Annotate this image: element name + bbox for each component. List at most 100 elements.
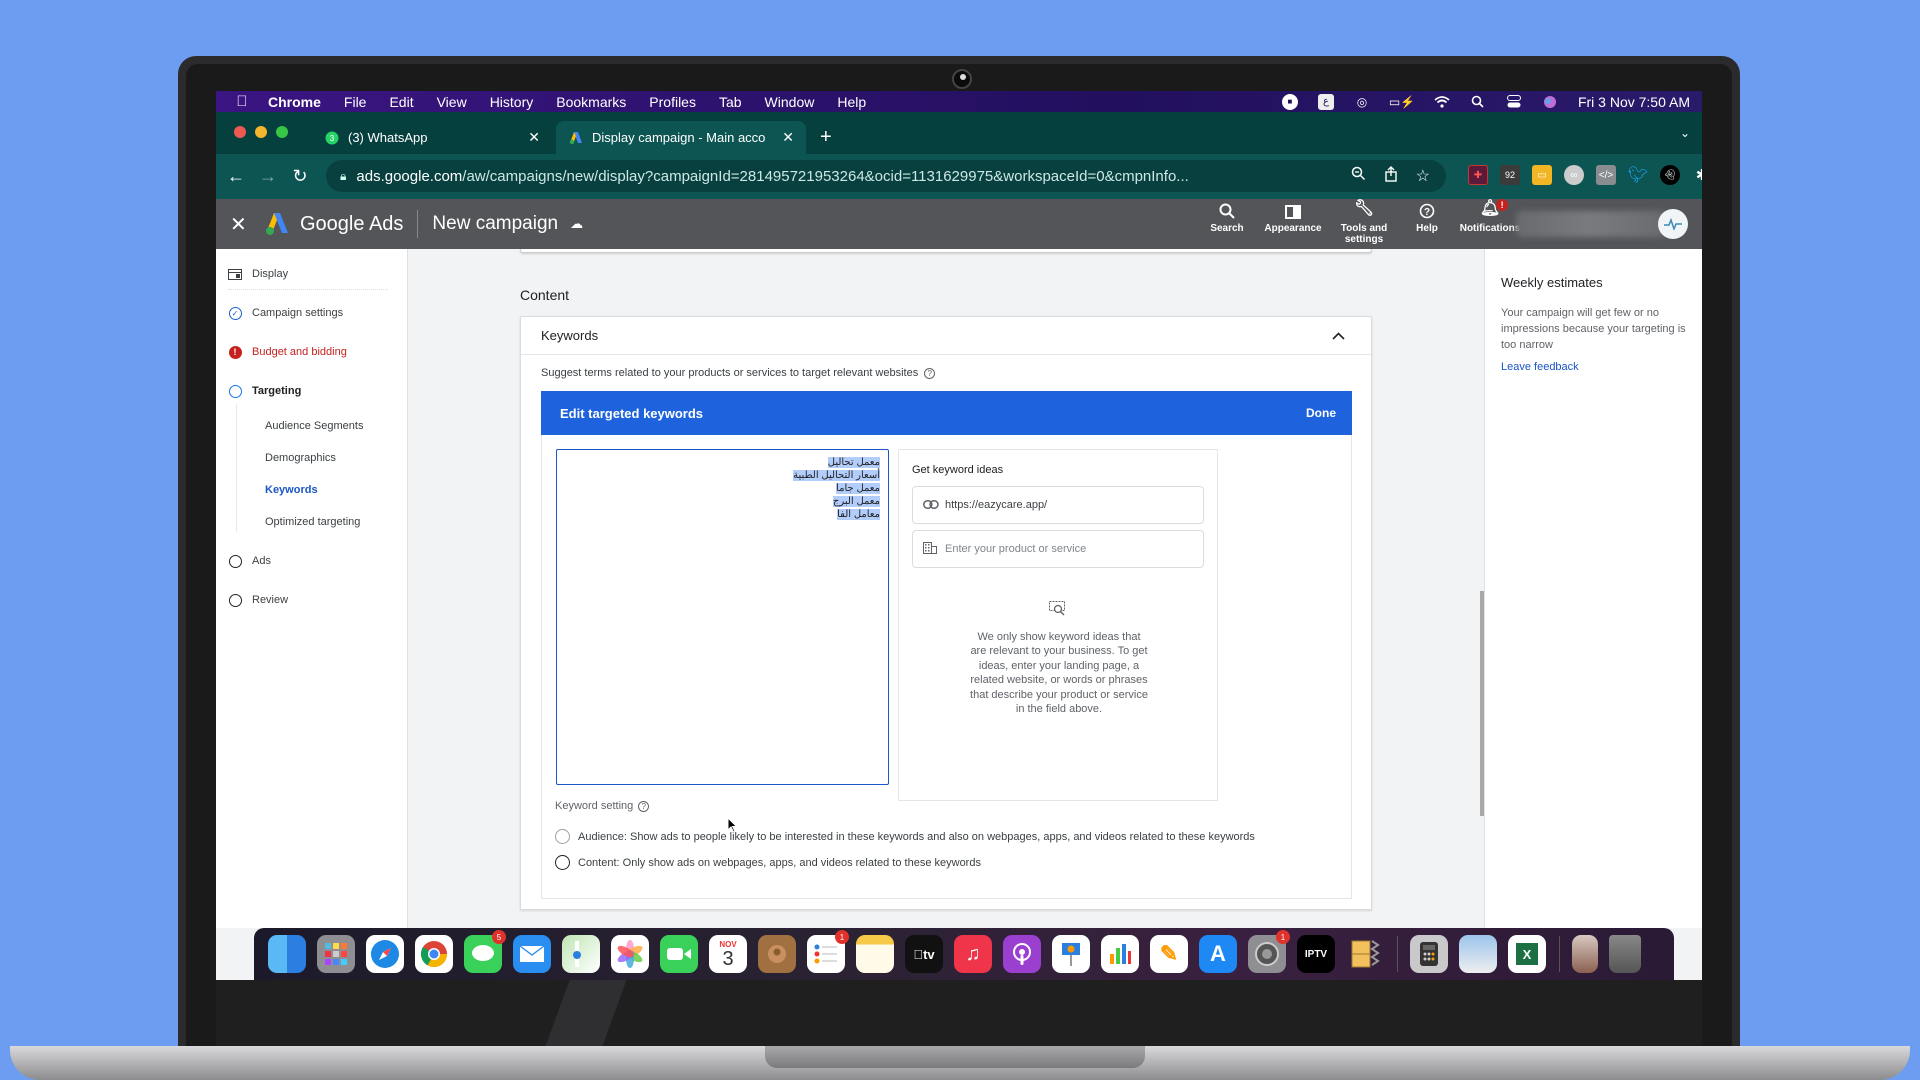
dock-contacts[interactable] — [758, 935, 796, 973]
dock-keynote[interactable] — [1052, 935, 1090, 973]
snapchat-extension-icon[interactable]: 👻︎ — [1660, 165, 1680, 185]
apple-icon[interactable]:  — [234, 93, 250, 110]
control-center-icon[interactable] — [1506, 94, 1522, 110]
address-bar[interactable]: 🔒︎ ads.google.com/aw/campaigns/new/displ… — [326, 160, 1446, 192]
menu-chrome[interactable]: Chrome — [268, 94, 321, 110]
keywords-textarea[interactable]: معمل تحاليل أسعار التحاليل الطبية معمل ج… — [556, 449, 889, 785]
menu-history[interactable]: History — [490, 94, 534, 110]
dock-launchpad[interactable] — [317, 935, 355, 973]
radio-content[interactable]: Content: Only show ads on webpages, apps… — [555, 855, 981, 870]
dock-iptv[interactable]: IPTV — [1297, 935, 1335, 973]
product-service-input[interactable]: Enter your product or service — [912, 530, 1204, 568]
chevron-up-icon[interactable] — [1332, 329, 1345, 343]
dock-music[interactable]: ♫ — [954, 935, 992, 973]
extension-link-icon[interactable]: ∞ — [1564, 165, 1584, 185]
arabic-input-icon[interactable]: ع — [1317, 93, 1334, 110]
nav-item-targeting[interactable]: Targeting — [228, 384, 301, 398]
dock-messages[interactable]: 5 — [464, 930, 506, 973]
zoom-window-button[interactable] — [276, 126, 288, 138]
dock-safari[interactable] — [366, 935, 404, 973]
radio-button[interactable] — [555, 829, 570, 844]
menu-help[interactable]: Help — [837, 94, 866, 110]
share-icon[interactable] — [1384, 165, 1398, 187]
extension-code-icon[interactable]: </> — [1596, 165, 1616, 185]
dock-photos[interactable] — [611, 935, 649, 973]
radio-button[interactable] — [555, 855, 570, 870]
help-icon[interactable]: ? — [638, 800, 650, 812]
forward-button[interactable]: → — [256, 165, 280, 189]
battery-icon[interactable]: ▭⚡ — [1389, 94, 1415, 110]
subnav-optimized-targeting[interactable]: Optimized targeting — [265, 516, 360, 528]
dock-archive-utility[interactable] — [1346, 935, 1384, 973]
account-info-blurred[interactable] — [1516, 211, 1666, 237]
leave-feedback-link[interactable]: Leave feedback — [1501, 361, 1579, 373]
tab-search-chevron-icon[interactable]: ⌄ — [1680, 126, 1690, 140]
extension-tag-icon[interactable]: ▭ — [1532, 165, 1552, 185]
dock-calculator[interactable] — [1410, 935, 1448, 973]
airdrop-icon[interactable]: ◎ — [1354, 94, 1370, 110]
extension-red-icon[interactable]: ✚ — [1468, 165, 1488, 185]
close-tab-icon[interactable]: ✕ — [782, 129, 794, 146]
help-icon[interactable]: ? — [924, 367, 936, 379]
dock-numbers[interactable] — [1101, 935, 1139, 973]
menu-tab[interactable]: Tab — [719, 94, 742, 110]
menu-clock[interactable]: Fri 3 Nov 7:50 AM — [1578, 94, 1690, 110]
header-tools-button[interactable]: 🔧︎ Tools and settings — [1326, 201, 1402, 246]
menu-edit[interactable]: Edit — [389, 94, 413, 110]
menu-window[interactable]: Window — [765, 94, 815, 110]
close-campaign-icon[interactable]: ✕ — [230, 212, 250, 237]
dock-mail[interactable] — [513, 935, 551, 973]
dock-calendar[interactable]: NOV 3 — [709, 935, 747, 973]
menu-view[interactable]: View — [437, 94, 467, 110]
dock-app-store[interactable]: A — [1199, 935, 1237, 973]
nav-item-review[interactable]: Review — [228, 593, 288, 607]
menu-file[interactable]: File — [344, 94, 367, 110]
url-text[interactable]: ads.google.com/aw/campaigns/new/display?… — [356, 168, 1350, 185]
nav-item-display[interactable]: Display — [228, 267, 288, 281]
dock-pages[interactable]: ✎ — [1150, 935, 1188, 973]
dock-apple-tv[interactable]: tv — [905, 935, 943, 973]
nav-item-campaign-settings[interactable]: ✓ Campaign settings — [228, 306, 343, 320]
dock-system-preferences[interactable]: 1 — [1248, 930, 1290, 973]
header-appearance-button[interactable]: Appearance — [1260, 203, 1326, 245]
menu-profiles[interactable]: Profiles — [649, 94, 696, 110]
subnav-demographics[interactable]: Demographics — [265, 452, 336, 464]
minimize-window-button[interactable] — [255, 126, 267, 138]
radio-audience[interactable]: Audience: Show ads to people likely to b… — [555, 829, 1255, 844]
dock-preview[interactable] — [1459, 935, 1497, 973]
dock-chrome[interactable] — [415, 935, 453, 973]
bookmark-star-icon[interactable]: ☆ — [1416, 166, 1430, 187]
zoom-out-icon[interactable] — [1351, 166, 1366, 187]
nav-item-ads[interactable]: Ads — [228, 554, 271, 568]
siri-icon[interactable] — [1542, 94, 1558, 110]
reload-button[interactable]: ↻ — [288, 165, 312, 189]
extensions-puzzle-icon[interactable]: ✱ — [1692, 165, 1702, 185]
menu-bookmarks[interactable]: Bookmarks — [556, 94, 626, 110]
nav-item-budget-bidding[interactable]: ! Budget and bidding — [228, 345, 347, 359]
done-button[interactable]: Done — [1306, 406, 1336, 420]
subnav-audience-segments[interactable]: Audience Segments — [265, 420, 363, 432]
dock-downloads-stack[interactable] — [1572, 935, 1598, 973]
back-button[interactable]: ← — [224, 165, 248, 189]
dock-reminders[interactable]: 1 — [807, 930, 849, 973]
tab-whatsapp[interactable]: 3 (3) WhatsApp ✕ — [312, 121, 552, 154]
dock-excel[interactable]: X — [1508, 935, 1546, 973]
account-avatar[interactable] — [1658, 209, 1688, 239]
dock-finder[interactable] — [268, 935, 306, 973]
close-tab-icon[interactable]: ✕ — [528, 129, 540, 146]
close-window-button[interactable] — [234, 126, 246, 138]
spotlight-search-icon[interactable] — [1470, 94, 1486, 110]
lock-icon[interactable]: 🔒︎ — [340, 169, 346, 184]
header-help-button[interactable]: ? Help — [1402, 203, 1452, 245]
tab-display-campaign[interactable]: Display campaign - Main acco ✕ — [556, 121, 806, 154]
twitter-extension-icon[interactable]: 🐦︎ — [1628, 165, 1648, 185]
subnav-keywords[interactable]: Keywords — [265, 484, 318, 496]
keywords-card-header[interactable]: Keywords — [521, 317, 1371, 355]
wifi-icon[interactable] — [1434, 94, 1450, 110]
dock-podcasts[interactable] — [1003, 935, 1041, 973]
header-search-button[interactable]: Search — [1194, 203, 1260, 245]
screen-record-icon[interactable]: ■ — [1281, 93, 1298, 110]
landing-page-url-input[interactable]: https://eazycare.app/ — [912, 486, 1204, 524]
dock-notes[interactable] — [856, 935, 894, 973]
new-tab-button[interactable]: + — [820, 126, 832, 149]
